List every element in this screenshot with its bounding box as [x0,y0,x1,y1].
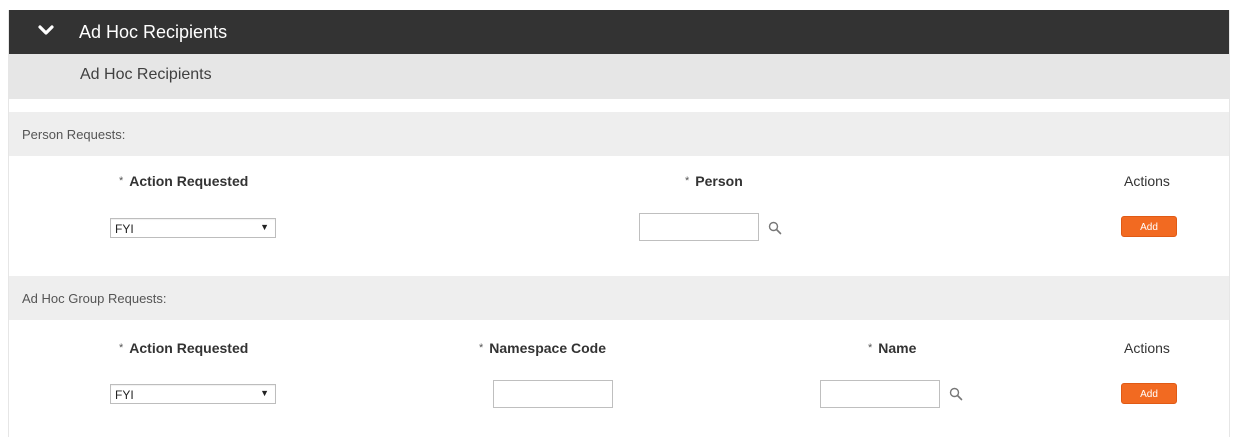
group-actions-header: Actions [1124,340,1170,356]
required-marker: * [868,342,873,354]
name-lookup-search-icon[interactable] [949,387,963,401]
person-action-requested-label: Action Requested [129,173,249,189]
group-add-button[interactable]: Add [1121,383,1177,404]
required-marker: * [119,175,124,187]
name-label: Name [878,340,917,356]
chevron-down-icon[interactable] [38,24,54,36]
group-action-requested-select[interactable]: FYI ▼ [110,384,276,404]
dropdown-arrow-icon: ▼ [260,222,269,232]
select-value: FYI [115,388,134,402]
person-actions-header: Actions [1124,173,1170,189]
dropdown-arrow-icon: ▼ [260,388,269,398]
required-marker: * [685,175,690,187]
person-requests-label: Person Requests: [22,127,126,142]
group-action-requested-header: * Action Requested [119,340,248,356]
panel-header[interactable]: Ad Hoc Recipients [9,10,1229,54]
namespace-code-header: * Namespace Code [479,340,606,356]
person-add-button[interactable]: Add [1121,216,1177,237]
select-value: FYI [115,222,134,236]
person-requests-section: Person Requests: [9,112,1229,156]
person-input[interactable] [639,213,759,241]
subheader-title: Ad Hoc Recipients [80,66,212,83]
ad-hoc-recipients-panel: Ad Hoc Recipients Ad Hoc Recipients Pers… [8,10,1230,437]
namespace-code-input[interactable] [493,380,613,408]
namespace-code-label: Namespace Code [489,340,606,356]
required-marker: * [119,342,124,354]
name-input[interactable] [820,380,940,408]
name-header: * Name [868,340,916,356]
group-requests-section: Ad Hoc Group Requests: [9,276,1229,320]
person-action-requested-select[interactable]: FYI ▼ [110,218,276,238]
panel-title: Ad Hoc Recipients [79,22,228,42]
group-requests-label: Ad Hoc Group Requests: [22,291,167,306]
person-header: * Person [685,173,743,189]
panel-subheader: Ad Hoc Recipients [9,54,1229,99]
person-lookup-search-icon[interactable] [768,221,782,235]
person-label: Person [695,173,743,189]
required-marker: * [479,342,484,354]
group-action-requested-label: Action Requested [129,340,249,356]
person-action-requested-header: * Action Requested [119,173,248,189]
